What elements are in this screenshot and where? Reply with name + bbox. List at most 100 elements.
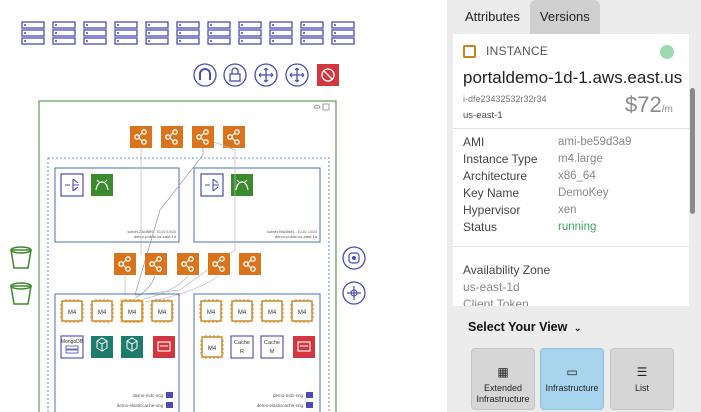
laptop-icon: ▭ bbox=[566, 365, 578, 379]
database-icon[interactable] bbox=[293, 336, 315, 358]
server-icon[interactable] bbox=[176, 21, 200, 45]
attr-key-hypervisor: Hypervisor bbox=[463, 203, 521, 217]
attributes-panel: Attributes Versions INSTANCE portaldemo-… bbox=[447, 0, 701, 412]
tab-attributes[interactable]: Attributes bbox=[455, 0, 530, 34]
attr-key-ami: AMI bbox=[463, 135, 485, 149]
firewall-icon[interactable] bbox=[317, 64, 339, 86]
list-icon: ☰ bbox=[636, 365, 648, 379]
container-icon[interactable] bbox=[91, 336, 113, 358]
gateway-icon-row bbox=[193, 63, 339, 87]
cache-m-icon[interactable]: Cache M bbox=[260, 335, 284, 359]
container-icon[interactable] bbox=[121, 336, 143, 358]
status-indicator bbox=[660, 45, 674, 59]
chip-icon bbox=[463, 44, 476, 58]
ec2-instance-icon[interactable]: M4 bbox=[149, 298, 175, 324]
svg-text:M4: M4 bbox=[208, 346, 217, 352]
sg-icon bbox=[306, 392, 313, 398]
diagram-svg: subnet-23cd5f89 - 10.20.0.0/24 demo-publ… bbox=[10, 21, 366, 412]
server-icon[interactable] bbox=[269, 21, 293, 45]
diagram-canvas[interactable]: subnet-23cd5f89 - 10.20.0.0/24 demo-publ… bbox=[0, 0, 447, 412]
ec2-instance-icon[interactable]: M4 bbox=[199, 334, 225, 360]
mongodb-icon[interactable]: MongoDB bbox=[60, 335, 84, 359]
vpc-corner-icons bbox=[313, 103, 330, 111]
sg-label: demo-elasticcache-sng bbox=[257, 403, 304, 408]
s3-bucket-icon[interactable] bbox=[10, 246, 32, 269]
ec2-instance-icon[interactable]: M4 bbox=[259, 298, 285, 324]
load-balancer-icon[interactable] bbox=[208, 253, 230, 275]
price-unit: /m bbox=[661, 104, 673, 115]
arrows-icon[interactable] bbox=[285, 63, 309, 87]
instance-chip-row-b: M4 M4 M4 M4 bbox=[198, 298, 315, 324]
view-infrastructure-button[interactable]: ▭ Infrastructure bbox=[540, 348, 604, 410]
svg-text:M4: M4 bbox=[268, 310, 277, 316]
scrollbar-thumb[interactable] bbox=[690, 88, 695, 214]
attr-value-architecture: x86_64 bbox=[558, 170, 596, 182]
ec2-instance-icon[interactable]: M4 bbox=[59, 298, 85, 324]
nat-gateway-icon[interactable] bbox=[200, 173, 224, 197]
view-list-button[interactable]: ☰ List bbox=[610, 348, 674, 410]
server-icon[interactable] bbox=[114, 21, 138, 45]
load-balancer-icon[interactable] bbox=[161, 126, 183, 148]
nat-gateway-icon[interactable] bbox=[60, 173, 84, 197]
server-icon[interactable] bbox=[331, 21, 355, 45]
database-icon[interactable] bbox=[153, 336, 175, 358]
server-icon[interactable] bbox=[83, 21, 107, 45]
load-balancer-row-middle bbox=[114, 253, 261, 275]
server-icon[interactable] bbox=[145, 21, 169, 45]
load-balancer-icon[interactable] bbox=[192, 126, 214, 148]
svg-text:M4: M4 bbox=[238, 310, 247, 316]
divider bbox=[453, 246, 689, 247]
sg-label: demo-elasticcache-sng bbox=[117, 403, 164, 408]
sg-icon bbox=[166, 402, 173, 408]
load-balancer-icon[interactable] bbox=[114, 253, 136, 275]
server-icon[interactable] bbox=[52, 21, 76, 45]
attr-value-hypervisor: xen bbox=[558, 204, 577, 216]
chevron-down-icon: ⌄ bbox=[573, 323, 582, 333]
magnet-icon[interactable] bbox=[193, 63, 217, 87]
ec2-instance-icon[interactable]: M4 bbox=[229, 298, 255, 324]
svg-text:M: M bbox=[270, 349, 275, 355]
internet-gateway-icon[interactable] bbox=[91, 174, 113, 196]
svg-text:M4: M4 bbox=[298, 310, 307, 316]
server-icon[interactable] bbox=[238, 21, 262, 45]
s3-bucket-icon[interactable] bbox=[10, 282, 32, 305]
select-view-label: Select Your View bbox=[468, 320, 568, 334]
ec2-instance-icon[interactable]: M4 bbox=[198, 298, 224, 324]
endpoint-icon[interactable] bbox=[342, 246, 366, 270]
load-balancer-icon[interactable] bbox=[239, 253, 261, 275]
internet-gateway-icon[interactable] bbox=[231, 174, 253, 196]
server-icon[interactable] bbox=[300, 21, 324, 45]
attr-value-ami: ami-be59d3a9 bbox=[558, 136, 632, 148]
instance-type-label: INSTANCE bbox=[486, 44, 549, 58]
attr-value-availability-zone: us-east-1d bbox=[463, 280, 520, 294]
ec2-instance-icon[interactable]: M4 bbox=[89, 298, 115, 324]
sg-icon bbox=[166, 392, 173, 398]
arrows-icon[interactable] bbox=[254, 63, 278, 87]
server-icon[interactable] bbox=[207, 21, 231, 45]
load-balancer-icon[interactable] bbox=[130, 126, 152, 148]
load-balancer-icon[interactable] bbox=[177, 253, 199, 275]
load-balancer-icon[interactable] bbox=[145, 253, 167, 275]
instance-header: INSTANCE bbox=[463, 44, 548, 58]
lock-icon[interactable] bbox=[223, 63, 247, 87]
tab-versions[interactable]: Versions bbox=[529, 0, 600, 34]
attr-key-client-token: Client Token bbox=[463, 297, 529, 306]
select-view-dropdown[interactable]: Select Your View ⌄ bbox=[468, 320, 581, 334]
subnet-b-label: demo-public-us-east-1a bbox=[275, 234, 318, 239]
connection-line bbox=[139, 275, 189, 301]
peering-icon[interactable] bbox=[342, 281, 366, 305]
view-extended-infrastructure-button[interactable]: ▦ Extended Infrastructure bbox=[471, 348, 535, 410]
cache-r-icon[interactable]: Cache R bbox=[230, 335, 254, 359]
ec2-instance-icon-selected[interactable]: M4 bbox=[119, 298, 145, 324]
svg-text:M4: M4 bbox=[207, 310, 216, 316]
scrollbar[interactable] bbox=[690, 34, 696, 306]
ec2-instance-icon[interactable]: M4 bbox=[289, 298, 315, 324]
load-balancer-icon[interactable] bbox=[223, 126, 245, 148]
attr-value-instance-type: m4.large bbox=[558, 153, 603, 165]
instance-detail-card: INSTANCE portaldemo-1d-1.aws.east.us i-d… bbox=[453, 34, 689, 306]
divider bbox=[453, 128, 689, 129]
instance-hostname: portaldemo-1d-1.aws.east.us bbox=[463, 68, 683, 87]
server-icon[interactable] bbox=[21, 21, 45, 45]
attr-key-architecture: Architecture bbox=[463, 169, 528, 183]
instance-region: us-east-1 bbox=[463, 110, 503, 121]
